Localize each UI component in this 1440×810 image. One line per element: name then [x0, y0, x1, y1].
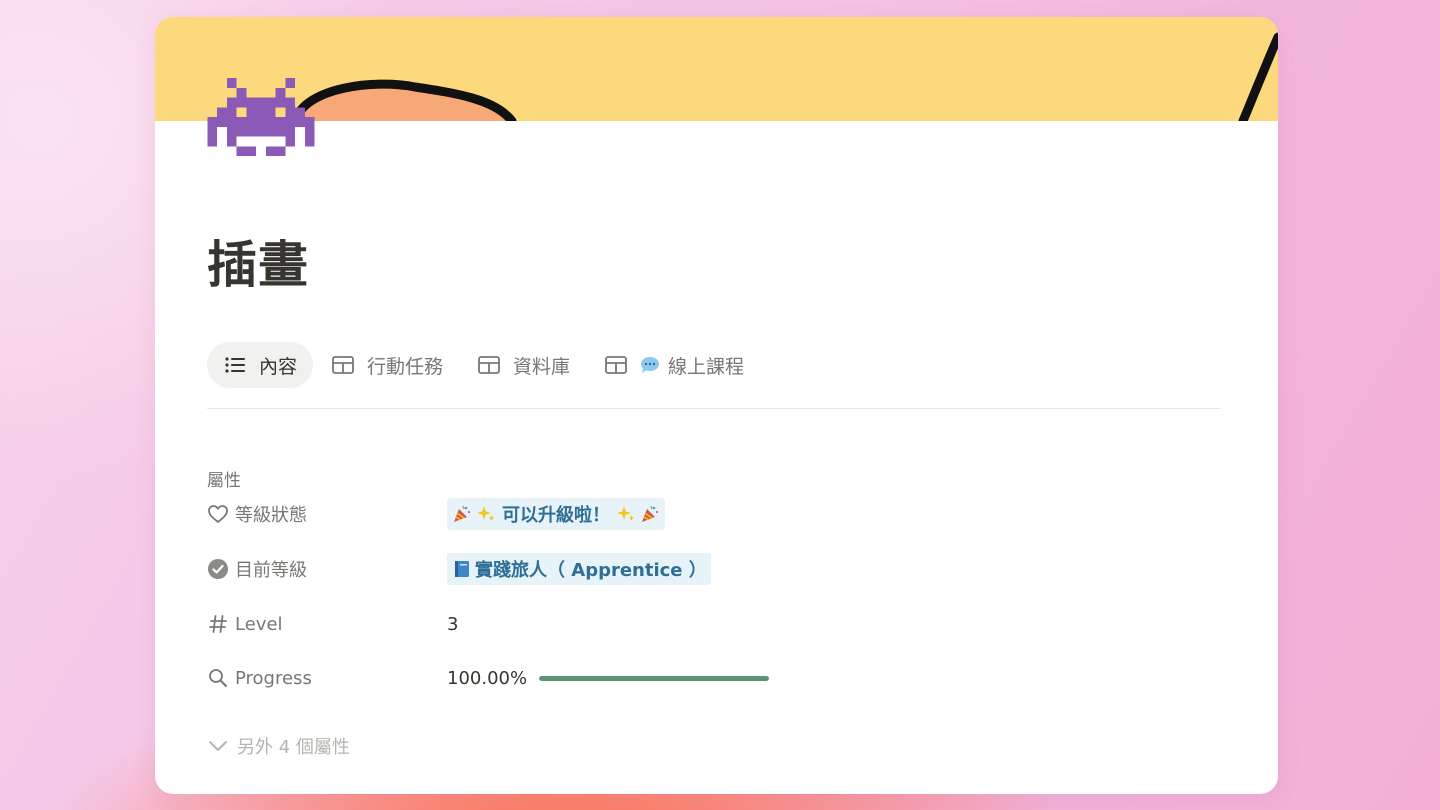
sparkles-icon [615, 503, 637, 525]
property-value[interactable]: 3 [447, 614, 458, 635]
property-label[interactable]: Level [207, 613, 447, 635]
level-value: 3 [447, 613, 459, 635]
more-properties-label: 另外 4 個屬性 [237, 737, 350, 758]
tab-label: 資料庫 [513, 355, 571, 378]
party-popper-icon [451, 503, 473, 525]
property-row-level-status: 等級狀態 可以升級啦！ [207, 496, 1207, 532]
page-card: 插畫 內容 行動任務 資料庫 線上課程 屬性 等級狀態 可以升級啦！ 目前等級 … [155, 17, 1278, 794]
property-value[interactable]: 100.00% [447, 667, 770, 689]
properties-heading: 屬性 [207, 471, 241, 491]
page-title[interactable]: 插畫 [207, 235, 309, 295]
tab-label: 內容 [259, 355, 298, 378]
check-circle-icon [207, 558, 229, 580]
property-label-text: 目前等級 [235, 560, 307, 581]
hash-icon [207, 613, 229, 635]
property-row-level: Level 3 [207, 606, 1207, 642]
table-icon [331, 355, 355, 375]
tab-content[interactable]: 內容 [207, 342, 314, 388]
property-label-text: Level [235, 613, 283, 635]
level-status-tag: 可以升級啦！ [447, 498, 665, 530]
more-properties-toggle[interactable]: 另外 4 個屬性 [207, 733, 350, 759]
progress-percent: 100.00% [447, 667, 528, 689]
space-invader-icon[interactable] [206, 78, 316, 156]
blue-book-icon [451, 558, 473, 580]
tab-database[interactable]: 資料庫 [461, 342, 586, 388]
tab-online-courses[interactable]: 線上課程 [588, 342, 760, 388]
heart-icon [207, 503, 229, 525]
current-level-tag: 實踐旅人（ Apprentice ） [447, 553, 711, 585]
cover-illustration [290, 32, 1278, 121]
property-row-progress: Progress 100.00% [207, 660, 1207, 696]
property-label[interactable]: 等級狀態 [207, 501, 447, 527]
chevron-down-icon [207, 735, 229, 757]
property-label[interactable]: 目前等級 [207, 556, 447, 582]
tab-action-tasks[interactable]: 行動任務 [315, 342, 459, 388]
tag-text: 實踐旅人（ Apprentice ） [475, 560, 707, 581]
property-label-text: 等級狀態 [235, 505, 307, 526]
property-label[interactable]: Progress [207, 667, 447, 689]
progress-bar-fill [539, 675, 770, 681]
tab-label: 線上課程 [668, 355, 745, 378]
property-label-text: Progress [235, 667, 312, 689]
speech-bubble-icon [640, 356, 660, 374]
property-value[interactable]: 可以升級啦！ [447, 498, 665, 530]
list-icon [223, 355, 247, 375]
progress-bar [539, 675, 770, 681]
party-popper-icon [639, 503, 661, 525]
view-tabs: 內容 行動任務 資料庫 線上課程 [207, 342, 1221, 409]
page-cover[interactable] [155, 17, 1278, 121]
tab-label: 行動任務 [367, 355, 444, 378]
sparkles-icon [475, 503, 497, 525]
tag-text: 可以升級啦！ [502, 505, 610, 526]
table-icon [604, 355, 628, 375]
property-value[interactable]: 實踐旅人（ Apprentice ） [447, 553, 711, 585]
table-icon [477, 355, 501, 375]
search-icon [207, 667, 229, 689]
property-row-current-level: 目前等級 實踐旅人（ Apprentice ） [207, 551, 1207, 587]
